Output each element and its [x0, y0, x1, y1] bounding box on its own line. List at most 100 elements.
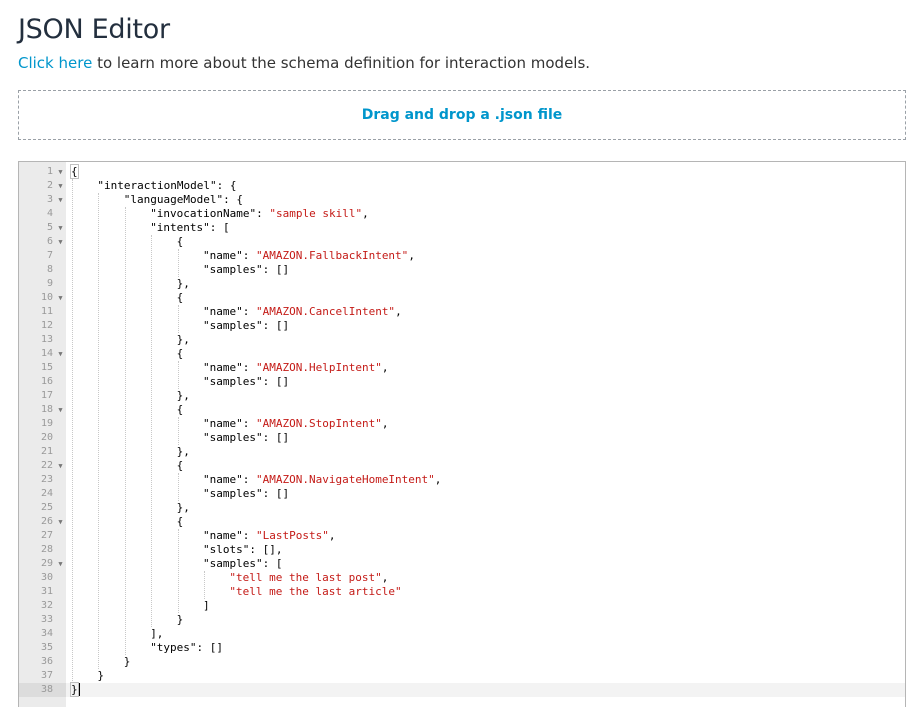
- code-line[interactable]: 22 ▼ {: [19, 459, 905, 473]
- code-text: },: [177, 445, 190, 459]
- code-line[interactable]: 5 ▼ "intents": [: [19, 221, 905, 235]
- code-line[interactable]: 25},: [19, 501, 905, 515]
- fold-toggle-icon[interactable]: ▼: [56, 515, 65, 529]
- code-line[interactable]: 31 "tell me the last article": [19, 585, 905, 599]
- fold-toggle-icon[interactable]: ▼: [56, 347, 65, 361]
- fold-toggle-icon[interactable]: ▼: [56, 459, 65, 473]
- json-code-editor[interactable]: 1 ▼{2 ▼ "interactionModel": {3 ▼ "languageMod…: [18, 161, 906, 707]
- code-line[interactable]: 35 "types": []: [19, 641, 905, 655]
- code-token: }: [97, 669, 105, 682]
- fold-toggle-icon[interactable]: ▼: [56, 291, 65, 305]
- code-text: }: [177, 613, 184, 627]
- code-line[interactable]: 3 ▼ "languageModel": {: [19, 193, 905, 207]
- code-text: }: [124, 655, 131, 669]
- json-file-dropzone[interactable]: Drag and drop a .json file: [18, 90, 906, 140]
- code-token: "name":: [203, 417, 256, 430]
- line-number: 34: [40, 628, 53, 639]
- code-token: {: [176, 235, 184, 248]
- text-cursor: [79, 683, 80, 696]
- fold-toggle-icon[interactable]: ▼: [56, 179, 65, 193]
- code-text: "samples": []: [203, 375, 289, 389]
- code-text: "samples": []: [203, 319, 289, 333]
- code-text: "samples": [: [203, 557, 282, 571]
- line-number: 37: [40, 670, 53, 681]
- code-line[interactable]: 14 ▼ {: [19, 347, 905, 361]
- code-line[interactable]: 4 "invocationName": "sample skill",: [19, 207, 905, 221]
- code-line[interactable]: 6 ▼ {: [19, 235, 905, 249]
- code-token: "name":: [203, 249, 256, 262]
- code-line[interactable]: 10 ▼ {: [19, 291, 905, 305]
- code-line[interactable]: 15 "name": "AMAZON.HelpIntent",: [19, 361, 905, 375]
- code-line[interactable]: 17},: [19, 389, 905, 403]
- code-token: ,: [381, 417, 389, 430]
- string-token: "AMAZON.NavigateHomeIntent": [255, 473, 435, 486]
- code-line[interactable]: 29 ▼ "samples": [: [19, 557, 905, 571]
- fold-toggle-icon[interactable]: ▼: [56, 557, 65, 571]
- line-number: 6: [46, 236, 53, 247]
- code-line[interactable]: 20 "samples": []: [19, 431, 905, 445]
- fold-toggle-icon[interactable]: ▼: [56, 235, 65, 249]
- line-number: 27: [40, 530, 53, 541]
- fold-toggle-icon[interactable]: ▼: [56, 403, 65, 417]
- code-text: {: [70, 164, 79, 179]
- code-text: "name": "AMAZON.StopIntent",: [203, 417, 388, 431]
- line-number: 1: [46, 166, 53, 177]
- string-token: "tell me the last post": [229, 571, 382, 584]
- schema-help-link[interactable]: Click here: [18, 54, 92, 72]
- line-number: 13: [40, 334, 53, 345]
- code-line[interactable]: 27 "name": "LastPosts",: [19, 529, 905, 543]
- line-number: 29: [40, 558, 53, 569]
- code-line[interactable]: 8 "samples": []: [19, 263, 905, 277]
- line-number: 2: [46, 180, 53, 191]
- code-line[interactable]: 38}: [19, 682, 905, 697]
- code-line[interactable]: 23 "name": "AMAZON.NavigateHomeIntent",: [19, 473, 905, 487]
- line-number: 30: [40, 572, 53, 583]
- line-number: 31: [40, 586, 53, 597]
- line-number: 25: [40, 502, 53, 513]
- code-token: },: [176, 501, 190, 514]
- code-line[interactable]: 21},: [19, 445, 905, 459]
- fold-toggle-icon[interactable]: ▼: [56, 193, 65, 207]
- code-line[interactable]: 2 ▼ "interactionModel": {: [19, 179, 905, 193]
- code-line[interactable]: 26 ▼ {: [19, 515, 905, 529]
- line-number: 35: [40, 642, 53, 653]
- line-number: 28: [40, 544, 53, 555]
- code-text: "name": "LastPosts",: [203, 529, 335, 543]
- code-token: "samples": [: [203, 557, 283, 570]
- code-line[interactable]: 1 ▼ {: [19, 164, 905, 179]
- code-line[interactable]: 9},: [19, 277, 905, 291]
- code-line[interactable]: 37}: [19, 669, 905, 683]
- code-line[interactable]: 18 ▼ {: [19, 403, 905, 417]
- line-number: 32: [40, 600, 53, 611]
- code-line[interactable]: 7 "name": "AMAZON.FallbackIntent",: [19, 249, 905, 263]
- code-token: }: [70, 682, 79, 697]
- code-token: },: [176, 333, 190, 346]
- code-token: "samples": []: [203, 375, 290, 388]
- schema-help-text: Click here to learn more about the schem…: [18, 54, 590, 72]
- code-line[interactable]: 28 "slots": [],: [19, 543, 905, 557]
- code-line[interactable]: 30 "tell me the last post",: [19, 571, 905, 585]
- code-line[interactable]: 12 "samples": []: [19, 319, 905, 333]
- code-line[interactable]: 36}: [19, 655, 905, 669]
- code-token: ],: [150, 627, 164, 640]
- code-lines[interactable]: 1 ▼{2 ▼ "interactionModel": {3 ▼ "languageMod…: [19, 164, 905, 697]
- line-number: 26: [40, 516, 53, 527]
- code-line[interactable]: 16 "samples": []: [19, 375, 905, 389]
- code-line[interactable]: 19 "name": "AMAZON.StopIntent",: [19, 417, 905, 431]
- code-line[interactable]: 32]: [19, 599, 905, 613]
- code-line[interactable]: 34],: [19, 627, 905, 641]
- code-line[interactable]: 24 "samples": []: [19, 487, 905, 501]
- code-token: ,: [395, 305, 402, 318]
- line-number: 38: [40, 684, 53, 695]
- fold-toggle-icon[interactable]: ▼: [56, 221, 65, 235]
- code-token: ]: [203, 599, 210, 612]
- code-token: "name":: [203, 473, 256, 486]
- code-text: },: [177, 333, 190, 347]
- schema-help-description: to learn more about the schema definitio…: [92, 54, 591, 72]
- code-line[interactable]: 13},: [19, 333, 905, 347]
- code-line[interactable]: 11 "name": "AMAZON.CancelIntent",: [19, 305, 905, 319]
- code-text: "types": []: [150, 641, 223, 655]
- fold-toggle-icon[interactable]: ▼: [56, 165, 65, 179]
- code-token: },: [176, 389, 190, 402]
- code-line[interactable]: 33}: [19, 613, 905, 627]
